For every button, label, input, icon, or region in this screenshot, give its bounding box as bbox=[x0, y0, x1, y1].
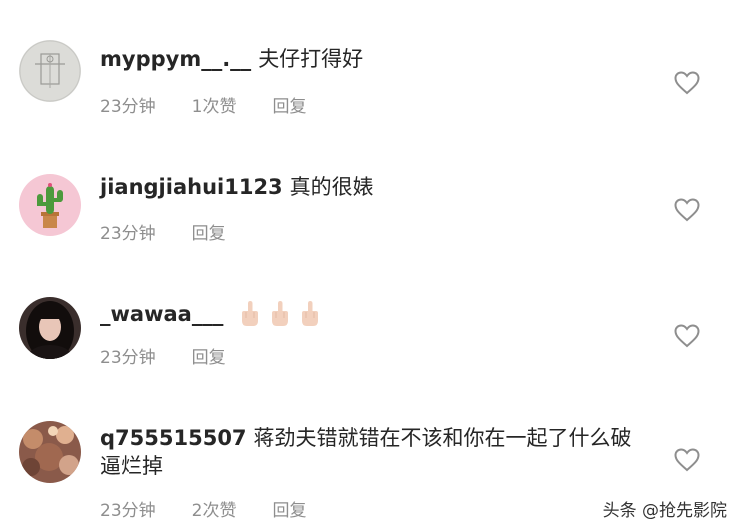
middle-finger-emoji bbox=[240, 301, 260, 334]
comment-body: jiangjiahui1123 真的很婊 bbox=[100, 173, 660, 201]
reply-button[interactable]: 回复 bbox=[272, 92, 306, 117]
like-count[interactable]: 1次赞 bbox=[192, 92, 237, 117]
username[interactable]: jiangjiahui1123 bbox=[100, 175, 283, 199]
timestamp: 23分钟 bbox=[100, 224, 156, 244]
timestamp: 23分钟 bbox=[100, 97, 156, 117]
avatar[interactable] bbox=[19, 297, 81, 359]
comment-body: myppym__.__ 夫仔打得好 bbox=[100, 45, 660, 73]
middle-finger-emoji bbox=[270, 301, 290, 334]
avatar[interactable] bbox=[19, 40, 81, 102]
comment-text: 夫仔打得好 bbox=[258, 47, 364, 71]
comment-body: _wawaa___ bbox=[100, 300, 660, 334]
reply-button[interactable]: 回复 bbox=[192, 343, 226, 368]
heart-icon[interactable] bbox=[674, 448, 700, 472]
avatar[interactable] bbox=[19, 421, 81, 483]
comment-body: q755515507 蒋劲夫错就错在不该和你在一起了什么破逼烂掉 bbox=[100, 424, 640, 480]
reply-button[interactable]: 回复 bbox=[272, 496, 306, 521]
watermark: 头条 @抢先影院 bbox=[602, 501, 727, 521]
heart-icon[interactable] bbox=[674, 71, 700, 95]
username[interactable]: _wawaa___ bbox=[100, 302, 223, 326]
comment-meta: 23分钟 1次赞 回复 bbox=[100, 92, 306, 117]
username[interactable]: q755515507 bbox=[100, 426, 247, 450]
comment-text: 真的很婊 bbox=[289, 175, 374, 199]
timestamp: 23分钟 bbox=[100, 348, 156, 368]
username[interactable]: myppym__.__ bbox=[100, 47, 251, 71]
comment-meta: 23分钟 回复 bbox=[100, 219, 226, 244]
avatar[interactable] bbox=[19, 174, 81, 236]
heart-icon[interactable] bbox=[674, 324, 700, 348]
heart-icon[interactable] bbox=[674, 198, 700, 222]
comment-meta: 23分钟 回复 bbox=[100, 343, 226, 368]
middle-finger-emoji bbox=[300, 301, 320, 334]
reply-button[interactable]: 回复 bbox=[192, 219, 226, 244]
comment-meta: 23分钟 2次赞 回复 bbox=[100, 496, 306, 521]
timestamp: 23分钟 bbox=[100, 501, 156, 521]
like-count[interactable]: 2次赞 bbox=[192, 496, 237, 521]
